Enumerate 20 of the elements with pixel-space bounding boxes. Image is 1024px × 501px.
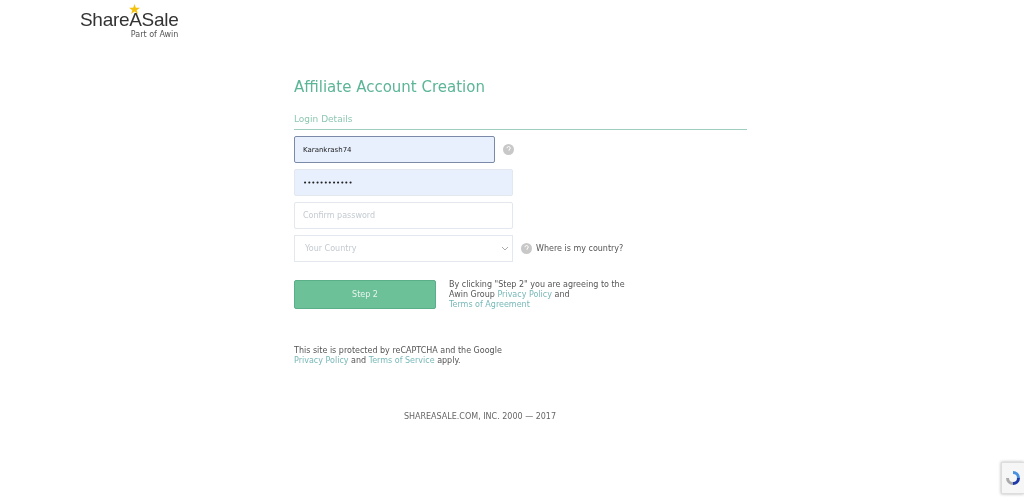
caret-icon (502, 246, 508, 251)
submit-button[interactable]: Step 2 (294, 280, 436, 309)
country-select[interactable]: Your Country (294, 235, 513, 262)
help-icon[interactable] (521, 243, 532, 254)
star-icon (129, 4, 140, 15)
recaptcha-notice: This site is protected by reCAPTCHA and the Google Privacy Policy and Terms of Service apply. (294, 346, 503, 366)
logo-tagline: Part of Awin (130, 30, 179, 39)
password-field[interactable]: Confirm password (294, 202, 513, 229)
recaptcha-icon (1005, 470, 1021, 486)
help-link[interactable]: Where is my country? (536, 244, 624, 253)
help-icon[interactable] (503, 144, 514, 155)
link[interactable]: Terms of Agreement (449, 300, 530, 309)
link[interactable]: Privacy Policy (497, 290, 552, 299)
page-title: Affiliate Account Creation (294, 78, 486, 96)
agreement-text: By clicking "Step 2" you are agreeing to the Awin Group Privacy Policy and Terms of Agreement (449, 280, 626, 310)
logo[interactable]: ShareASale (80, 10, 179, 30)
link[interactable]: Terms of Service (368, 356, 435, 365)
copyright: SHAREASALE.COM, INC. 2000 — 2017 (403, 412, 557, 421)
section-heading: Login Details (294, 114, 353, 124)
link[interactable]: Privacy Policy (294, 356, 349, 365)
